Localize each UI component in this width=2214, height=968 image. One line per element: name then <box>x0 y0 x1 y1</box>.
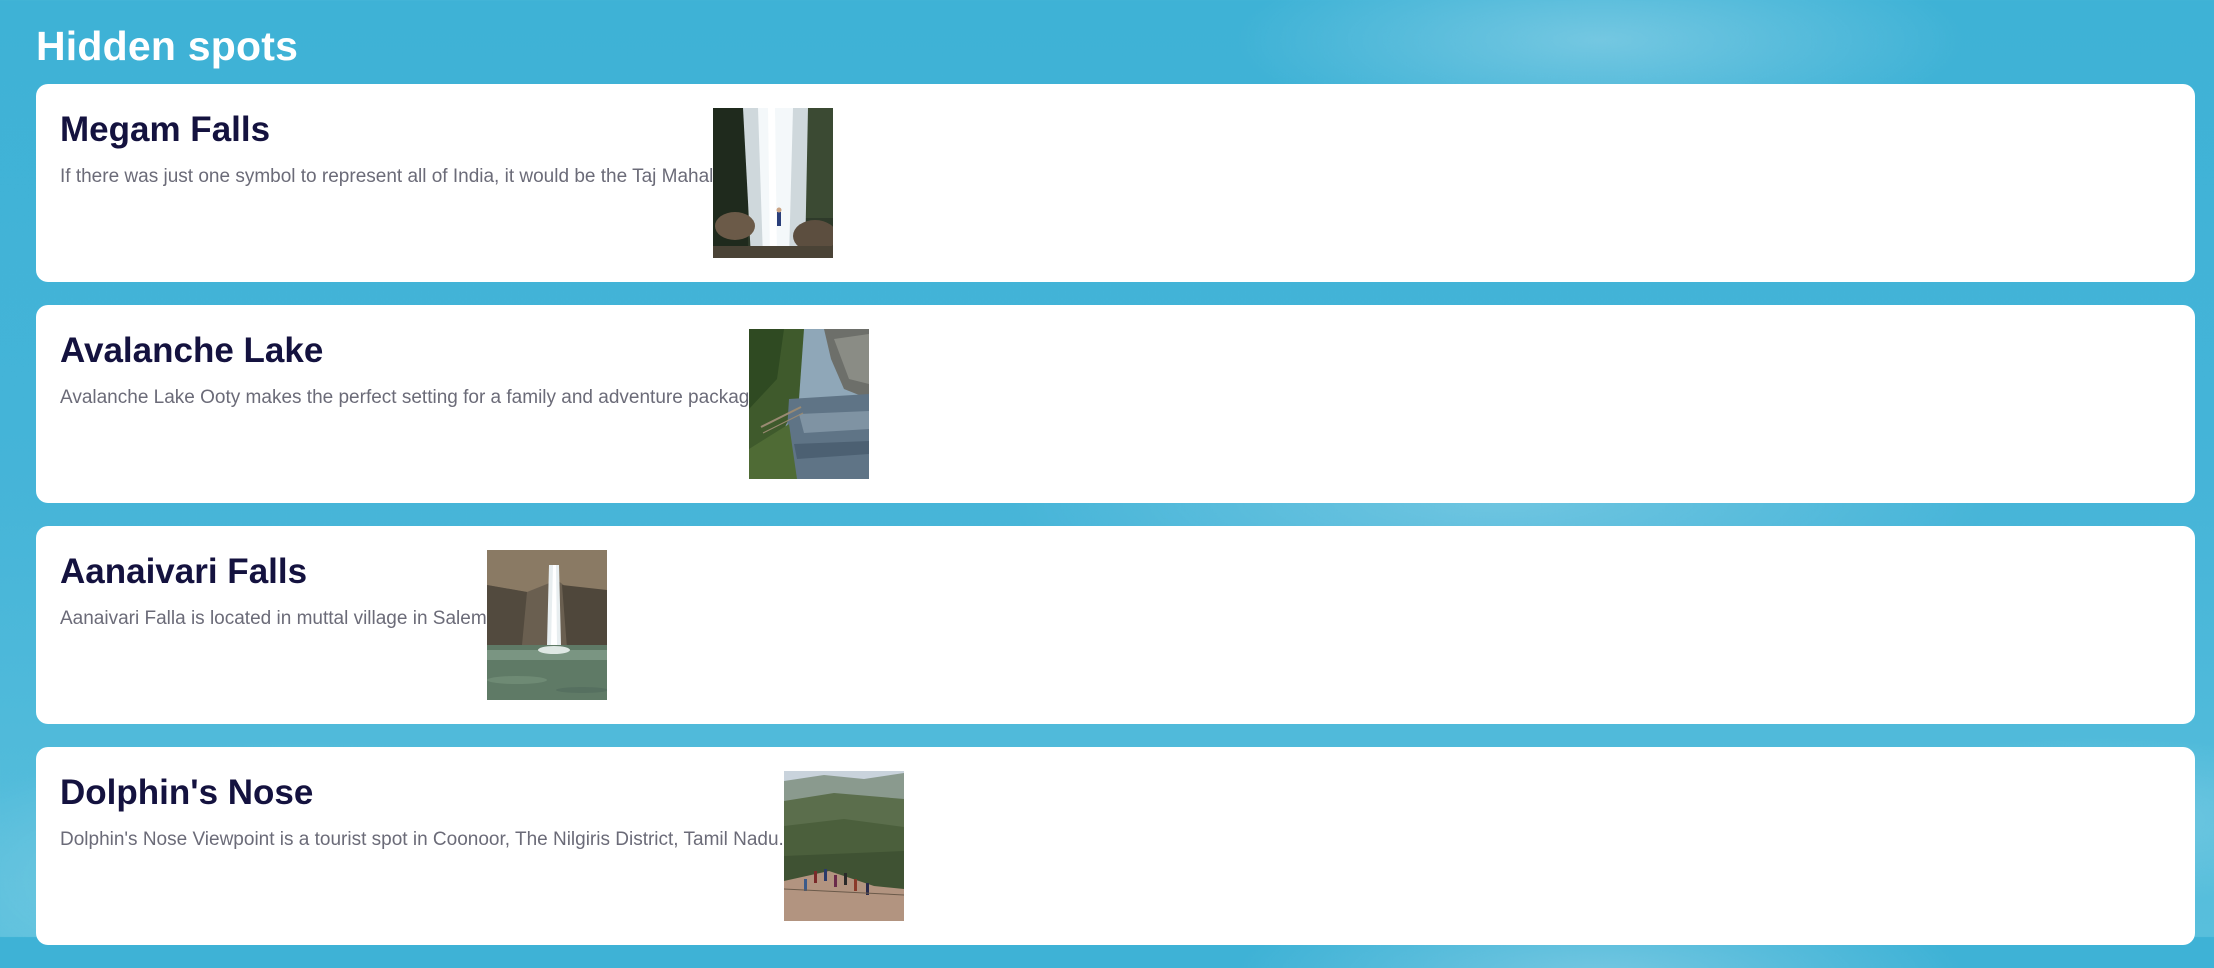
spot-description: Aanaivari Falla is located in muttal vil… <box>60 608 487 629</box>
waterfall-pool-photo-icon <box>486 550 607 700</box>
spot-image <box>783 771 904 921</box>
lake-photo-icon <box>749 329 870 479</box>
spot-title: Megam Falls <box>60 110 271 149</box>
spot-card-dolphins-nose[interactable]: Dolphin's Nose Dolphin's Nose Viewpoint … <box>36 747 2195 945</box>
waterfall-photo-icon <box>713 108 834 258</box>
spot-title: Dolphin's Nose <box>60 773 314 812</box>
viewpoint-photo-icon <box>783 771 904 921</box>
spot-title: Aanaivari Falls <box>60 552 308 591</box>
spot-description: If there was just one symbol to represen… <box>60 166 714 187</box>
spot-list: Megam Falls If there was just one symbol… <box>36 84 2195 968</box>
spot-image <box>713 108 834 258</box>
spot-card-megam-falls[interactable]: Megam Falls If there was just one symbol… <box>36 84 2195 282</box>
spot-image <box>486 550 607 700</box>
spot-card-avalanche-lake[interactable]: Avalanche Lake Avalanche Lake Ooty makes… <box>36 305 2195 503</box>
page-title: Hidden spots <box>36 23 299 69</box>
spot-card-aanaivari-falls[interactable]: Aanaivari Falls Aanaivari Falla is locat… <box>36 526 2195 724</box>
spot-image <box>749 329 870 479</box>
spot-description: Avalanche Lake Ooty makes the perfect se… <box>60 387 750 408</box>
spot-description: Dolphin's Nose Viewpoint is a tourist sp… <box>60 829 784 850</box>
spot-title: Avalanche Lake <box>60 331 324 370</box>
